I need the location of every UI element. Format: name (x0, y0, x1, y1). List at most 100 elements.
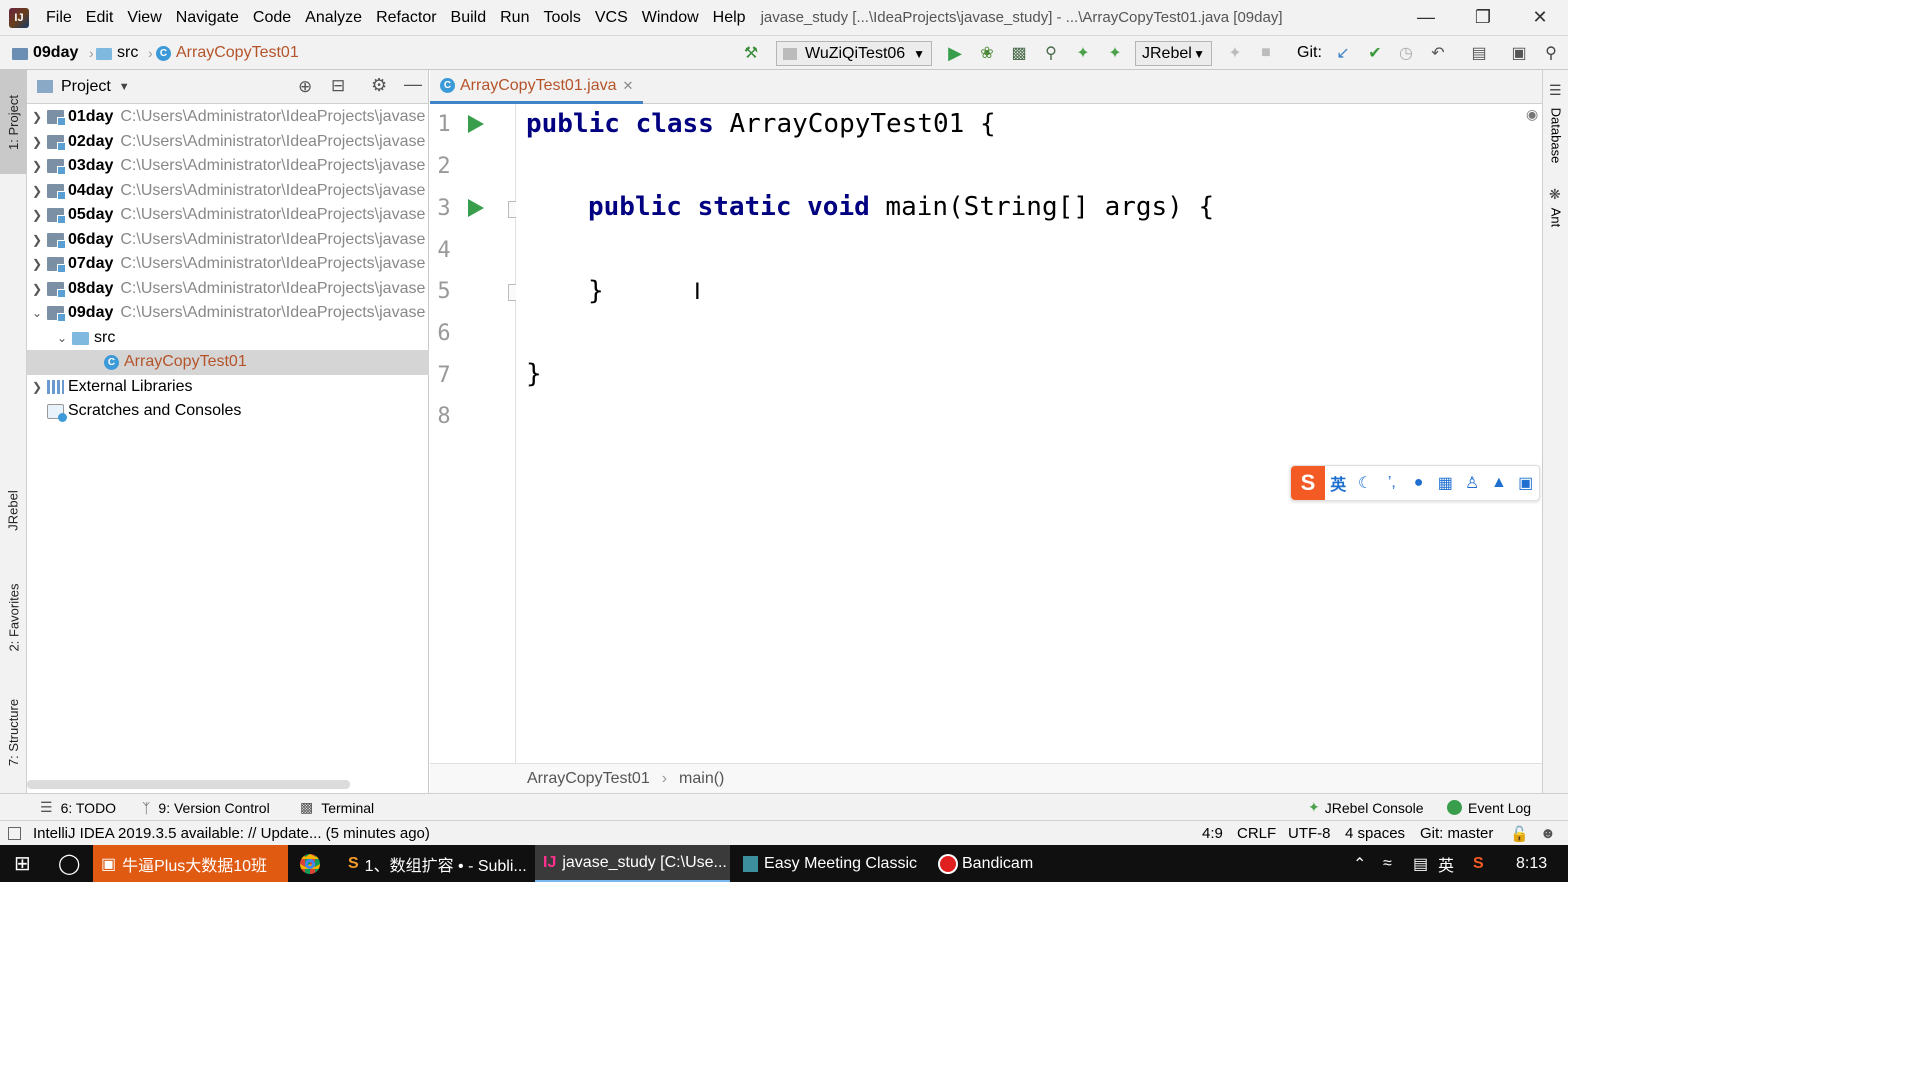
ime-punctuation-icon[interactable]: ’, (1378, 474, 1405, 492)
close-button[interactable]: ✕ (1512, 0, 1568, 35)
collapse-all-icon[interactable]: ⊟ (331, 76, 345, 96)
breadcrumb-module[interactable]: 09day (12, 36, 78, 70)
tab-ant[interactable]: Ant (1543, 202, 1569, 232)
git-commit-icon[interactable]: ✔ (1364, 42, 1386, 64)
run-icon[interactable]: ▶ (944, 42, 966, 64)
menu-tools[interactable]: Tools (536, 9, 587, 27)
chevron-down-icon[interactable]: ⌄ (27, 306, 47, 320)
gear-icon[interactable]: ⚙ (371, 75, 387, 96)
chevron-down-icon[interactable]: ▼ (119, 81, 130, 93)
tree-module-row[interactable]: ❯ 02day C:\Users\Administrator\IdeaProje… (27, 130, 429, 155)
taskbar-app-bandicam[interactable]: Bandicam (932, 845, 1042, 882)
jrebel-debug-icon[interactable]: ✦ (1104, 42, 1126, 64)
tree-external-libraries-row[interactable]: ❯ External Libraries (27, 375, 429, 400)
toggle-tool-windows-icon[interactable] (8, 827, 21, 840)
tab-database[interactable]: Database (1543, 100, 1569, 170)
tree-module-row[interactable]: ❯ 08day C:\Users\Administrator\IdeaProje… (27, 277, 429, 302)
breadcrumb-class[interactable]: ArrayCopyTest01 (527, 770, 650, 788)
reader-mode-eye-icon[interactable]: ◉ (1526, 106, 1538, 123)
chevron-right-icon[interactable]: ❯ (27, 282, 47, 296)
tree-module-row[interactable]: ❯ 03day C:\Users\Administrator\IdeaProje… (27, 154, 429, 179)
breadcrumb-class[interactable]: C ArrayCopyTest01 (156, 36, 299, 70)
profile-icon[interactable]: ⚲ (1040, 42, 1062, 64)
git-branch[interactable]: Git: master (1420, 821, 1493, 846)
history-clock-icon[interactable]: ◷ (1395, 42, 1417, 64)
horizontal-scrollbar[interactable] (27, 780, 350, 789)
taskbar-app-niubi[interactable]: ▣ 牛逼Plus大数据10班 (93, 845, 288, 882)
menu-view[interactable]: View (120, 9, 168, 27)
tab-arraycopytest01[interactable]: C ArrayCopyTest01.java ✕ (430, 70, 644, 104)
chevron-right-icon[interactable]: ❯ (27, 208, 47, 222)
tab-event-log[interactable]: Event Log (1447, 794, 1531, 821)
search-circle-icon[interactable]: ◯ (50, 845, 88, 882)
tree-module-row[interactable]: ❯ 05day C:\Users\Administrator\IdeaProje… (27, 203, 429, 228)
run-gutter-icon[interactable] (468, 199, 484, 217)
tree-scratches-row[interactable]: Scratches and Consoles (27, 399, 429, 424)
restore-button[interactable]: ❐ (1455, 0, 1511, 35)
menu-run[interactable]: Run (493, 9, 536, 27)
tab-favorites[interactable]: 2: Favorites (0, 562, 27, 672)
taskbar-app-easy-meeting[interactable]: Easy Meeting Classic (735, 845, 925, 882)
chrome-icon[interactable] (292, 845, 328, 882)
menu-vcs[interactable]: VCS (588, 9, 635, 27)
ime-moon-icon[interactable]: ☾ (1352, 473, 1379, 493)
ime-keyboard-icon[interactable]: ▦ (1432, 473, 1459, 493)
taskbar-app-intellij[interactable]: IJ javase_study [C:\Use... (535, 845, 730, 882)
menu-refactor[interactable]: Refactor (369, 9, 443, 27)
ime-language-toggle[interactable]: 英 (1325, 471, 1352, 495)
menu-edit[interactable]: Edit (79, 9, 121, 27)
chevron-right-icon[interactable]: ❯ (27, 257, 47, 271)
chevron-right-icon[interactable]: ❯ (27, 184, 47, 198)
indent-setting[interactable]: 4 spaces (1345, 821, 1405, 846)
tab-todo[interactable]: ☰ 6: TODO (40, 794, 116, 821)
tree-src-row[interactable]: ⌄ src (27, 326, 429, 351)
menu-window[interactable]: Window (635, 9, 706, 27)
terminal-window-icon[interactable]: ▣ (1508, 42, 1530, 64)
search-icon[interactable]: ⚲ (1540, 42, 1562, 64)
run-gutter-icon[interactable] (468, 115, 484, 133)
chevron-down-icon[interactable]: ⌄ (52, 331, 72, 345)
menu-analyze[interactable]: Analyze (298, 9, 369, 27)
menu-navigate[interactable]: Navigate (169, 9, 246, 27)
project-view-select[interactable]: Project (61, 78, 111, 96)
tab-jrebel-console[interactable]: ✦ JRebel Console (1308, 794, 1424, 821)
jrebel-select[interactable]: JRebel ▼ (1135, 41, 1212, 66)
build-hammer-icon[interactable]: ⚒ (740, 42, 762, 64)
chevron-right-icon[interactable]: ❯ (27, 135, 47, 149)
close-tab-icon[interactable]: ✕ (623, 78, 634, 94)
git-update-icon[interactable]: ↙ (1332, 42, 1354, 64)
chevron-right-icon[interactable]: ❯ (27, 233, 47, 247)
tree-file-row-selected[interactable]: C ArrayCopyTest01 (27, 350, 429, 375)
line-separator[interactable]: CRLF (1237, 821, 1276, 846)
clock-time[interactable]: 8:13 (1508, 845, 1555, 882)
ime-microphone-icon[interactable]: ● (1405, 474, 1432, 492)
tab-version-control[interactable]: ᛉ 9: Version Control (142, 794, 270, 821)
caret-position[interactable]: 4:9 (1202, 821, 1223, 846)
wifi-icon[interactable]: ≈ (1375, 845, 1400, 882)
ime-user-icon[interactable]: ♙ (1459, 473, 1486, 493)
menu-file[interactable]: File (39, 9, 79, 27)
chevron-right-icon[interactable]: ❯ (27, 110, 47, 124)
rollback-icon[interactable]: ↶ (1427, 42, 1449, 64)
tree-module-row-expanded[interactable]: ⌄ 09day C:\Users\Administrator\IdeaProje… (27, 301, 429, 326)
tree-module-row[interactable]: ❯ 06day C:\Users\Administrator\IdeaProje… (27, 228, 429, 253)
minimize-button[interactable]: — (1398, 0, 1454, 35)
tree-module-row[interactable]: ❯ 04day C:\Users\Administrator\IdeaProje… (27, 179, 429, 204)
tab-structure[interactable]: 7: Structure (0, 682, 27, 782)
lock-icon[interactable]: 🔓 (1510, 821, 1529, 846)
menu-help[interactable]: Help (706, 9, 753, 27)
tab-jrebel[interactable]: JRebel (0, 470, 27, 550)
menu-code[interactable]: Code (246, 9, 298, 27)
debug-bug-icon[interactable]: ❀ (976, 42, 998, 64)
locate-target-icon[interactable]: ⊕ (298, 77, 312, 97)
ime-grid-menu-icon[interactable]: ▣ (1512, 473, 1539, 493)
tray-ime-indicator[interactable]: 英 (1430, 845, 1462, 882)
run-coverage-icon[interactable]: ▩ (1008, 42, 1030, 64)
chevron-right-icon[interactable]: ❯ (27, 380, 47, 394)
breadcrumb-method[interactable]: main() (679, 770, 724, 788)
tree-module-row[interactable]: ❯ 07day C:\Users\Administrator\IdeaProje… (27, 252, 429, 277)
attach-icon[interactable]: ✦ (1224, 42, 1246, 64)
taskbar-app-sublime[interactable]: S 1、数组扩容 • - Subli... (340, 845, 530, 882)
tray-chevron-up-icon[interactable]: ⌃ (1345, 845, 1374, 882)
jrebel-run-icon[interactable]: ✦ (1072, 42, 1094, 64)
